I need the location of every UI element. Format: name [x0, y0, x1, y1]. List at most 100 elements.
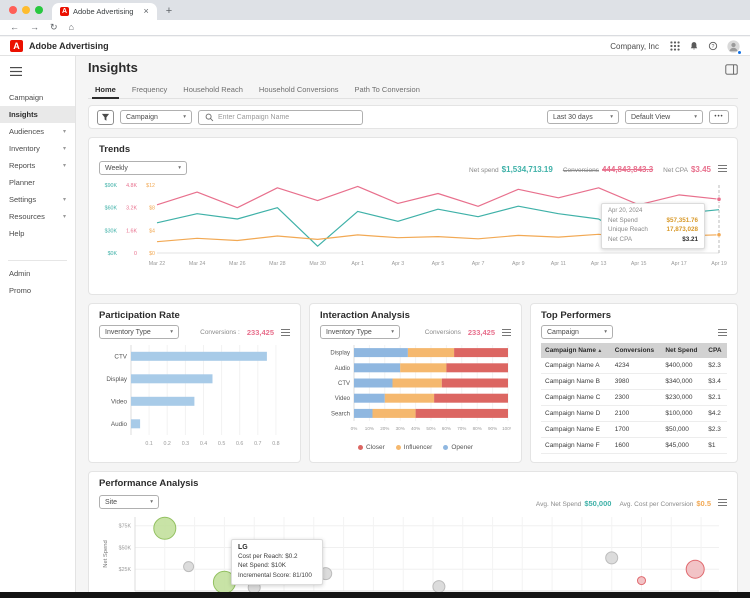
stack-segment-closer[interactable] [446, 363, 508, 372]
new-tab-button[interactable]: + [166, 6, 172, 17]
top-performers-menu-icon[interactable] [718, 329, 727, 336]
sidebar-item-promo[interactable]: Promo [0, 282, 75, 299]
notifications-bell-icon[interactable] [689, 41, 699, 51]
legend-entry-opener[interactable]: Opener [443, 444, 473, 451]
stack-segment-closer[interactable] [434, 394, 508, 403]
bubble[interactable] [433, 581, 445, 592]
help-icon[interactable]: ? [708, 41, 718, 51]
back-icon[interactable]: ← [10, 23, 19, 32]
stack-segment-closer[interactable] [454, 348, 508, 357]
more-options-button[interactable]: ••• [709, 110, 729, 124]
stack-segment-influencer[interactable] [373, 409, 416, 418]
legend-entry-net-cpa[interactable]: Net CPA$3.45 [663, 165, 711, 174]
title-row: Insights [88, 61, 738, 80]
tab-household-conversions[interactable]: Household Conversions [252, 82, 346, 98]
app-body: CampaignInsightsAudiences▾Inventory▾Repo… [0, 56, 750, 592]
tab-frequency[interactable]: Frequency [125, 82, 174, 98]
view-select[interactable]: Default View ▾ [625, 110, 703, 124]
sidebar-item-campaign[interactable]: Campaign [0, 89, 75, 106]
performance-menu-icon[interactable] [718, 499, 727, 506]
bubble[interactable] [638, 577, 646, 585]
hamburger-menu-icon[interactable] [0, 59, 75, 89]
forward-icon[interactable]: → [30, 23, 39, 32]
participation-controls: Inventory Type ▾ Conversions : 233,425 [99, 325, 290, 339]
window-close-button[interactable] [9, 6, 17, 14]
tab-household-reach[interactable]: Household Reach [176, 82, 250, 98]
stack-segment-opener[interactable] [354, 379, 393, 388]
legend-entry-net-spend[interactable]: Net spend$1,534,713.19 [469, 165, 553, 174]
participation-menu-icon[interactable] [281, 329, 290, 336]
sidebar-item-admin[interactable]: Admin [0, 265, 75, 282]
svg-text:0.8: 0.8 [272, 441, 279, 447]
bar-display[interactable] [131, 374, 213, 383]
dimension-select[interactable]: Campaign ▾ [120, 110, 192, 124]
browser-tab[interactable]: A Adobe Advertising × [52, 3, 157, 20]
panel-toggle-button[interactable] [725, 62, 738, 80]
table-row[interactable]: Campaign Name F1600$45,000$1 [541, 438, 727, 454]
interaction-inventory-select[interactable]: Inventory Type ▾ [320, 325, 400, 339]
column-header-campaign-name[interactable]: Campaign Name ▲ [541, 343, 611, 358]
tab-path-to-conversion[interactable]: Path To Conversion [348, 82, 427, 98]
stack-segment-opener[interactable] [354, 363, 400, 372]
conversions-label: Conversions [425, 329, 461, 336]
stack-segment-influencer[interactable] [408, 348, 454, 357]
participation-inventory-select[interactable]: Inventory Type ▾ [99, 325, 179, 339]
bar-video[interactable] [131, 397, 194, 406]
table-row[interactable]: Campaign Name B3980$340,000$3.4 [541, 374, 727, 390]
table-row[interactable]: Campaign Name A4234$400,000$2.3 [541, 358, 727, 374]
date-range-select[interactable]: Last 30 days ▾ [547, 110, 619, 124]
bubble[interactable] [184, 562, 194, 572]
stack-segment-closer[interactable] [442, 379, 508, 388]
home-icon[interactable]: ⌂ [69, 23, 74, 32]
granularity-select[interactable]: Weekly ▾ [99, 161, 187, 175]
tab-home[interactable]: Home [88, 82, 123, 98]
bubble[interactable] [686, 560, 704, 578]
column-header-net-spend[interactable]: Net Spend [661, 343, 704, 358]
stack-segment-opener[interactable] [354, 348, 408, 357]
svg-text:$4: $4 [149, 228, 155, 234]
stack-segment-closer[interactable] [416, 409, 508, 418]
legend-entry-closer[interactable]: Closer [358, 444, 385, 451]
legend-entry-influencer[interactable]: Influencer [396, 444, 433, 451]
table-row[interactable]: Campaign Name C2300$230,000$2.1 [541, 390, 727, 406]
sidebar-item-reports[interactable]: Reports▾ [0, 157, 75, 174]
top-performers-select[interactable]: Campaign ▾ [541, 325, 613, 339]
stack-segment-opener[interactable] [354, 409, 373, 418]
filter-button[interactable] [97, 110, 114, 125]
stack-segment-influencer[interactable] [393, 379, 442, 388]
trends-menu-icon[interactable] [718, 165, 727, 172]
sidebar-item-label: Promo [9, 286, 31, 295]
sidebar-item-audiences[interactable]: Audiences▾ [0, 123, 75, 140]
bubble[interactable] [606, 552, 618, 564]
table-row[interactable]: Campaign Name E1700$50,000$2.3 [541, 422, 727, 438]
sidebar-item-settings[interactable]: Settings▾ [0, 191, 75, 208]
search-input[interactable] [218, 114, 356, 121]
performance-tooltip: LGCost per Reach: $0.2Net Spend: $10KInc… [231, 539, 323, 585]
stack-segment-influencer[interactable] [385, 394, 434, 403]
sidebar-item-resources[interactable]: Resources▾ [0, 208, 75, 225]
apps-grid-icon[interactable] [670, 41, 680, 51]
reload-icon[interactable]: ↻ [50, 23, 58, 32]
table-row[interactable]: Campaign Name D2100$100,000$4.2 [541, 406, 727, 422]
stack-segment-opener[interactable] [354, 394, 385, 403]
bar-audio[interactable] [131, 419, 140, 428]
sidebar-item-planner[interactable]: Planner [0, 174, 75, 191]
sidebar-item-insights[interactable]: Insights [0, 106, 75, 123]
bar-ctv[interactable] [131, 352, 267, 361]
sidebar-item-help[interactable]: Help [0, 225, 75, 242]
svg-text:CTV: CTV [114, 353, 127, 360]
legend-entry-conversions[interactable]: Conversions444,843,843.3 [563, 165, 653, 174]
stack-segment-influencer[interactable] [400, 363, 446, 372]
sidebar-item-inventory[interactable]: Inventory▾ [0, 140, 75, 157]
bubble[interactable] [154, 517, 176, 539]
user-avatar[interactable] [727, 40, 740, 53]
window-minimize-button[interactable] [22, 6, 30, 14]
window-zoom-button[interactable] [35, 6, 43, 14]
tab-close-icon[interactable]: × [143, 7, 148, 16]
column-header-cpa[interactable]: CPA [704, 343, 727, 358]
performance-site-select[interactable]: Site ▾ [99, 495, 159, 509]
participation-card: Participation Rate Inventory Type ▾ Conv… [88, 303, 301, 463]
column-header-conversions[interactable]: Conversions [611, 343, 662, 358]
interaction-menu-icon[interactable] [502, 329, 511, 336]
chevron-down-icon: ▾ [183, 114, 186, 120]
